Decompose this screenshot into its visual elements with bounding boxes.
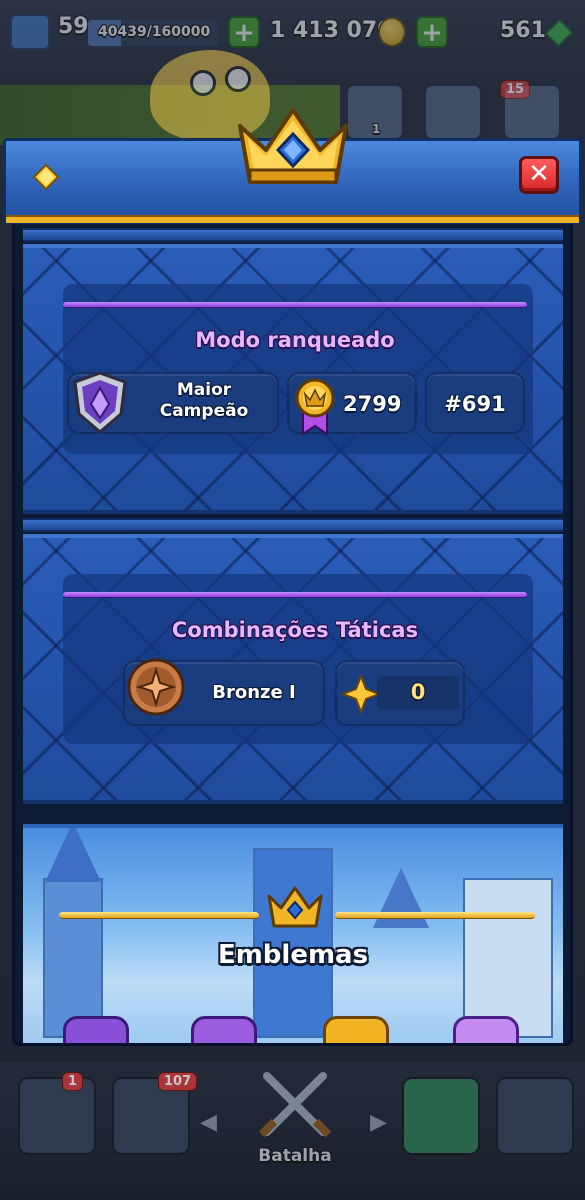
tactics-divider-line xyxy=(63,592,527,598)
battle-swords-icon[interactable] xyxy=(255,1068,335,1144)
close-button[interactable]: ✕ xyxy=(519,156,559,194)
nav-shop-tab[interactable] xyxy=(18,1077,96,1155)
castle-roof xyxy=(373,868,429,928)
tactics-stars-count: 0 xyxy=(410,680,426,704)
add-gems-button[interactable]: + xyxy=(416,16,448,48)
level-icon xyxy=(10,14,50,50)
gold-coin-icon xyxy=(378,17,406,47)
tactics-stars-pill[interactable]: 0 xyxy=(335,660,465,726)
purple-shield-icon xyxy=(73,371,127,434)
nav-left-arrow-icon[interactable]: ◀ xyxy=(200,1110,217,1135)
modal-body: Modo ranqueado Maior Campeão 2799 #691 C… xyxy=(12,224,573,1046)
add-gold-button[interactable]: + xyxy=(228,16,260,48)
emblems-left-line xyxy=(59,912,259,919)
panel-divider xyxy=(23,518,563,532)
xp-bar: 40439/160000 xyxy=(88,20,218,46)
blue-gem-crown-icon xyxy=(267,886,323,928)
xp-text: 40439/160000 xyxy=(98,24,211,40)
cards-badge: 107 xyxy=(158,1072,198,1091)
news-button[interactable] xyxy=(424,84,482,140)
ranked-league-name: Maior Campeão xyxy=(159,380,249,421)
ranked-title: Modo ranqueado xyxy=(195,328,395,352)
trophy-pill[interactable]: 2799 xyxy=(287,372,417,436)
nav-social-tab[interactable] xyxy=(402,1077,480,1155)
ranked-panel: Modo ranqueado Maior Campeão 2799 #691 xyxy=(23,244,563,514)
trophy-count: 2799 xyxy=(343,392,402,416)
crown-icon xyxy=(238,108,348,184)
bronze-star-emblem-icon xyxy=(127,658,185,716)
emblems-panel: Emblemas xyxy=(23,824,563,1043)
emblem-badge[interactable] xyxy=(323,1016,389,1043)
player-level: 59 xyxy=(58,14,89,39)
emblem-badge[interactable] xyxy=(191,1016,257,1043)
ranked-league-pill[interactable]: Maior Campeão xyxy=(67,371,279,434)
panel-divider xyxy=(23,228,563,242)
ranked-position: #691 xyxy=(444,392,506,416)
emblem-badge[interactable] xyxy=(453,1016,519,1043)
ranked-divider-line xyxy=(63,302,527,308)
top-resource-bar: 59 40439/160000 + 1 413 070 + 561 xyxy=(0,0,585,70)
tactics-league-pill[interactable]: Bronze I xyxy=(123,658,325,726)
gem-amount: 561 xyxy=(500,18,546,43)
shop-badge: 1 xyxy=(62,1072,84,1091)
dragon-eye xyxy=(225,66,251,92)
emblems-right-line xyxy=(335,912,535,919)
diamond-icon xyxy=(32,163,60,191)
castle-roof xyxy=(45,828,101,882)
close-icon: ✕ xyxy=(528,159,550,189)
nav-right-arrow-icon[interactable]: ▶ xyxy=(370,1110,387,1135)
tactics-title: Combinações Táticas xyxy=(171,618,419,642)
tactics-league-name: Bronze I xyxy=(212,682,296,703)
battle-label: Batalha xyxy=(258,1146,332,1166)
dragon-eye xyxy=(190,70,216,96)
emblem-badge[interactable] xyxy=(63,1016,129,1043)
gold-amount: 1 413 070 xyxy=(270,18,393,43)
tactics-panel: Combinações Táticas Bronze I 0 xyxy=(23,534,563,804)
bottom-nav: 1 107 ◀ Batalha ▶ xyxy=(0,1062,585,1200)
crown-medal-icon xyxy=(295,378,335,436)
gem-icon xyxy=(544,18,574,48)
gold-star-icon xyxy=(341,674,381,714)
rank-pill[interactable]: #691 xyxy=(425,372,525,434)
emblems-title: Emblemas xyxy=(217,940,369,970)
social-button[interactable]: 1 xyxy=(346,84,404,140)
nav-events-tab[interactable] xyxy=(496,1077,574,1155)
menu-badge: 15 xyxy=(500,80,531,99)
social-count: 1 xyxy=(372,122,381,136)
